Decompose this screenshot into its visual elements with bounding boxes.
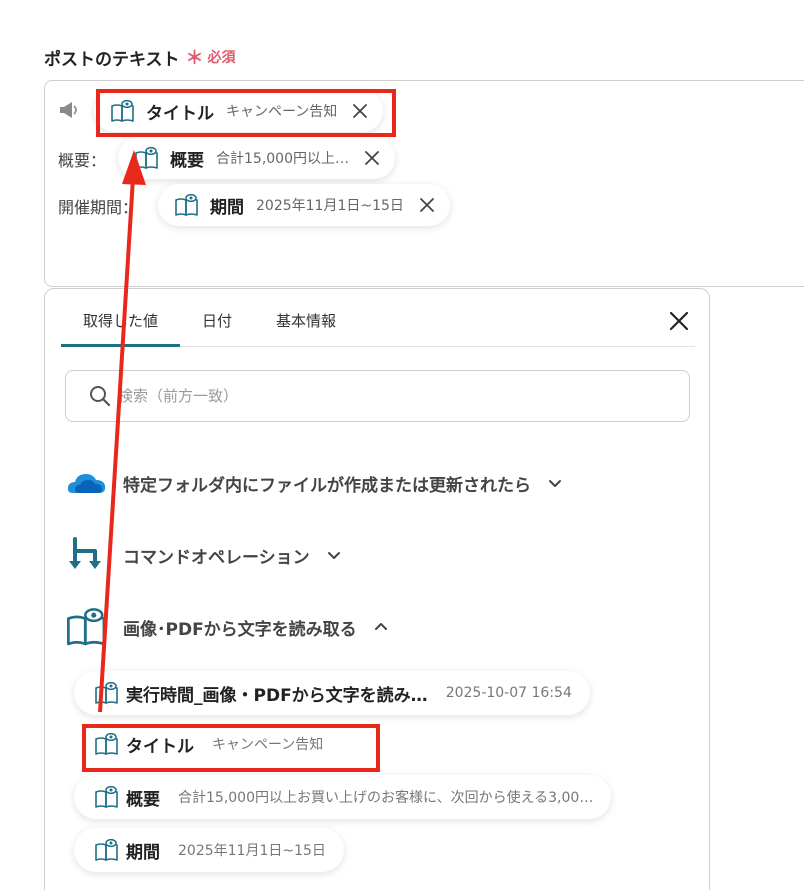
chevron-down-icon: [326, 547, 342, 563]
result-name: タイトル: [126, 736, 194, 757]
result-value: 合計15,000円以上お買い上げのお客様に、次回から使える3,00…: [178, 790, 594, 806]
variable-chip-title[interactable]: タイトル キャンペーン告知: [94, 90, 384, 132]
required-text: 必須: [207, 50, 236, 66]
section-onedrive-trigger[interactable]: 特定フォルダ内にファイルが作成または更新されたら: [65, 461, 563, 505]
variable-chip-period[interactable]: 期間 2025年11月1日~15日: [158, 184, 450, 226]
ocr-book-icon: [94, 680, 120, 706]
megaphone-icon: [60, 102, 77, 118]
result-value: 2025年11月1日~15日: [178, 843, 326, 859]
line-label-period: 開催期間：: [58, 198, 139, 217]
result-item-title[interactable]: タイトル キャンペーン告知: [74, 722, 341, 766]
tab-basic-info[interactable]: 基本情報: [254, 289, 358, 347]
tab-bar: 取得した値 日付 基本情報: [61, 289, 695, 347]
chip-value: キャンペーン告知: [226, 104, 338, 120]
required-star: ＊: [185, 48, 204, 69]
search-icon: [90, 386, 111, 407]
ocr-book-icon: [65, 605, 109, 649]
tab-acquired-values[interactable]: 取得した値: [61, 289, 181, 347]
chip-value: 2025年11月1日~15日: [256, 198, 404, 214]
close-panel-icon[interactable]: [667, 309, 691, 333]
chip-value: 合計15,000円以上…: [216, 151, 349, 167]
ocr-book-icon: [174, 192, 200, 218]
chevron-down-icon: [547, 475, 563, 491]
ocr-book-icon: [94, 837, 120, 863]
chip-name: 期間: [210, 197, 244, 218]
section-label: コマンドオペレーション: [123, 547, 310, 568]
chip-name: タイトル: [146, 103, 214, 124]
section-ocr[interactable]: 画像･PDFから文字を読み取る: [65, 605, 389, 649]
section-label: 特定フォルダ内にファイルが作成または更新されたら: [123, 475, 531, 496]
close-icon[interactable]: [363, 149, 381, 167]
ocr-book-icon: [134, 145, 160, 171]
result-item-summary[interactable]: 概要 合計15,000円以上お買い上げのお客様に、次回から使える3,00…: [74, 775, 612, 819]
section-label: 画像･PDFから文字を読み取る: [123, 619, 357, 640]
result-value: キャンペーン告知: [212, 737, 324, 753]
search-box: [65, 370, 690, 422]
section-command-operation[interactable]: コマンドオペレーション: [65, 533, 342, 577]
tab-date[interactable]: 日付: [180, 289, 254, 347]
ocr-book-icon: [94, 731, 120, 757]
result-item-exec-time[interactable]: 実行時間_画像・PDFから文字を読み… 2025-10-07 16:54: [74, 671, 590, 715]
onedrive-cloud-icon: [67, 474, 106, 493]
ocr-book-icon: [110, 98, 136, 124]
search-input[interactable]: [118, 387, 638, 405]
chevron-up-icon: [373, 619, 389, 635]
variable-chip-summary[interactable]: 概要 合計15,000円以上…: [118, 137, 395, 179]
result-name: 概要: [126, 789, 160, 810]
result-name: 期間: [126, 842, 160, 863]
line-label-summary: 概要：: [58, 151, 107, 170]
result-value: 2025-10-07 16:54: [445, 685, 572, 701]
ocr-book-icon: [94, 784, 120, 810]
chip-name: 概要: [170, 150, 204, 171]
command-operation-icon: [69, 537, 101, 569]
close-icon[interactable]: [351, 102, 369, 120]
close-icon[interactable]: [418, 196, 436, 214]
field-label: ポストのテキスト ＊ 必須: [44, 44, 236, 70]
field-label-text: ポストのテキスト: [44, 49, 180, 70]
result-name: 実行時間_画像・PDFから文字を読み…: [126, 685, 428, 706]
result-item-period[interactable]: 期間 2025年11月1日~15日: [74, 828, 344, 872]
